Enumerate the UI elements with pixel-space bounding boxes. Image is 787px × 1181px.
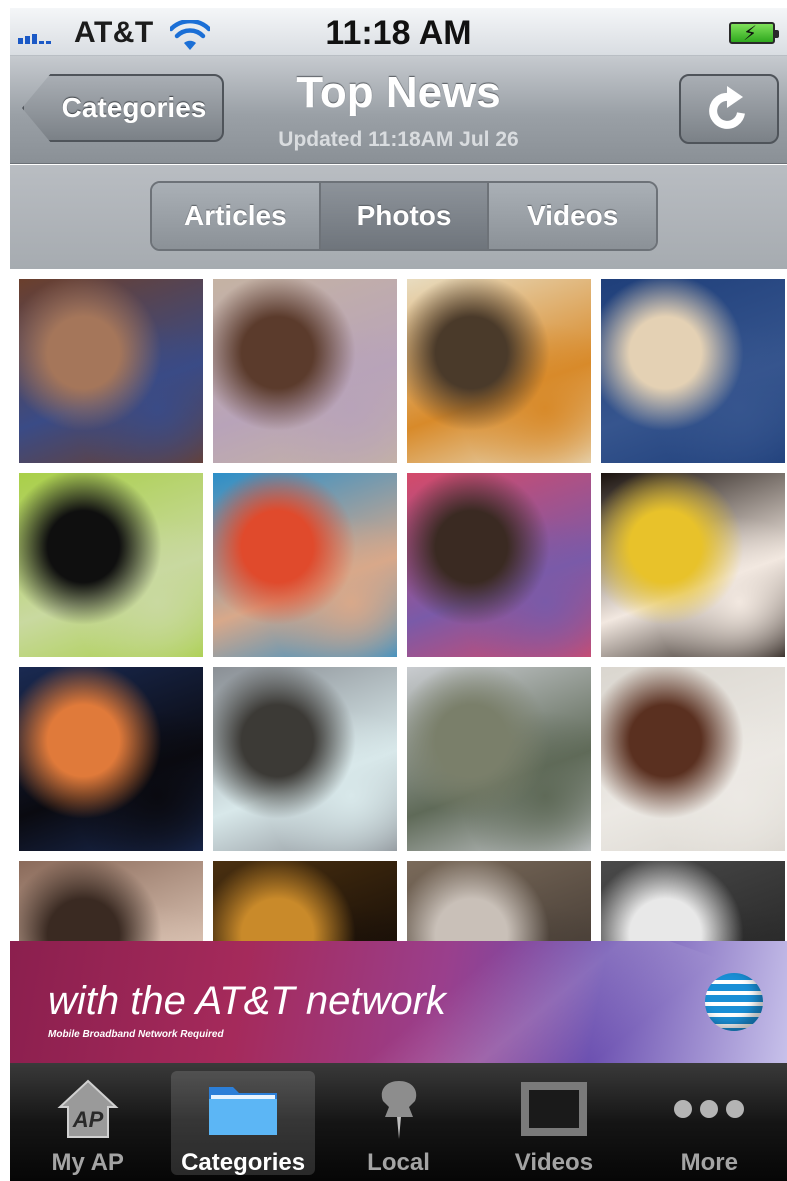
tab-more[interactable]: More: [632, 1063, 787, 1181]
tab-my-ap[interactable]: AP My AP: [10, 1063, 165, 1181]
refresh-button[interactable]: [679, 74, 779, 144]
photo-candle-crowd[interactable]: [213, 861, 397, 941]
content-type-segmented-control: Articles Photos Videos: [150, 181, 658, 251]
photo-officials-walking[interactable]: [601, 279, 785, 463]
status-bar: AT&T 11:18 AM ⚡: [10, 8, 787, 56]
refresh-icon: [709, 86, 745, 129]
photo-memorial-candles[interactable]: [407, 279, 591, 463]
status-time: 11:18 AM: [325, 14, 472, 52]
ad-headline: with the AT&T network: [48, 979, 446, 1023]
pushpin-icon: [359, 1077, 439, 1141]
tab-label: More: [680, 1149, 738, 1176]
photo-child-on-sheet[interactable]: [601, 667, 785, 851]
tab-videos[interactable]: Videos: [476, 1063, 631, 1181]
segment-photos[interactable]: Photos: [320, 183, 490, 249]
photo-woman-green-scarf[interactable]: [19, 473, 203, 657]
folder-icon: [203, 1077, 283, 1141]
tab-label: Categories: [181, 1149, 306, 1176]
page-title: Top News: [296, 68, 501, 117]
tab-label: My AP: [51, 1149, 124, 1176]
photo-swimmer-goggles[interactable]: [213, 473, 397, 657]
att-globe-logo: [705, 973, 763, 1031]
updated-timestamp: Updated 11:18AM Jul 26: [278, 128, 519, 151]
battery-charging-icon: ⚡: [729, 22, 779, 45]
photo-windmill-sunset[interactable]: [19, 667, 203, 851]
photo-hands-on-bed[interactable]: [213, 279, 397, 463]
tab-local[interactable]: Local: [321, 1063, 476, 1181]
segment-videos[interactable]: Videos: [489, 183, 656, 249]
photo-grid: [10, 270, 787, 941]
ap-house-icon: AP: [48, 1077, 128, 1141]
tab-label: Videos: [514, 1149, 594, 1176]
photo-painted-face[interactable]: [601, 473, 785, 657]
photo-crowd-grief[interactable]: [19, 861, 203, 941]
tab-categories[interactable]: Categories: [165, 1063, 320, 1181]
ellipsis-icon: [669, 1077, 749, 1141]
photo-baseball-crowd[interactable]: [601, 861, 785, 941]
photo-malnourished-child[interactable]: [19, 279, 203, 463]
att-ad-banner[interactable]: with the AT&T network Mobile Broadband N…: [10, 941, 787, 1063]
navigation-bar: Categories Top News Updated 11:18AM Jul …: [10, 56, 787, 164]
photo-train-bridge[interactable]: [407, 667, 591, 851]
photo-men-gathering[interactable]: [407, 861, 591, 941]
ad-fineprint: Mobile Broadband Network Required: [48, 1029, 224, 1040]
segment-articles[interactable]: Articles: [152, 183, 321, 249]
svg-text:AP: AP: [71, 1107, 103, 1132]
tab-bar: AP My AP Categories Local Videos More: [10, 1063, 787, 1181]
tab-label: Local: [367, 1149, 430, 1176]
photo-coastal-waves[interactable]: [213, 667, 397, 851]
film-icon: [514, 1077, 594, 1141]
segment-toolbar: Articles Photos Videos: [10, 165, 787, 269]
photo-flowers-mirror[interactable]: [407, 473, 591, 657]
